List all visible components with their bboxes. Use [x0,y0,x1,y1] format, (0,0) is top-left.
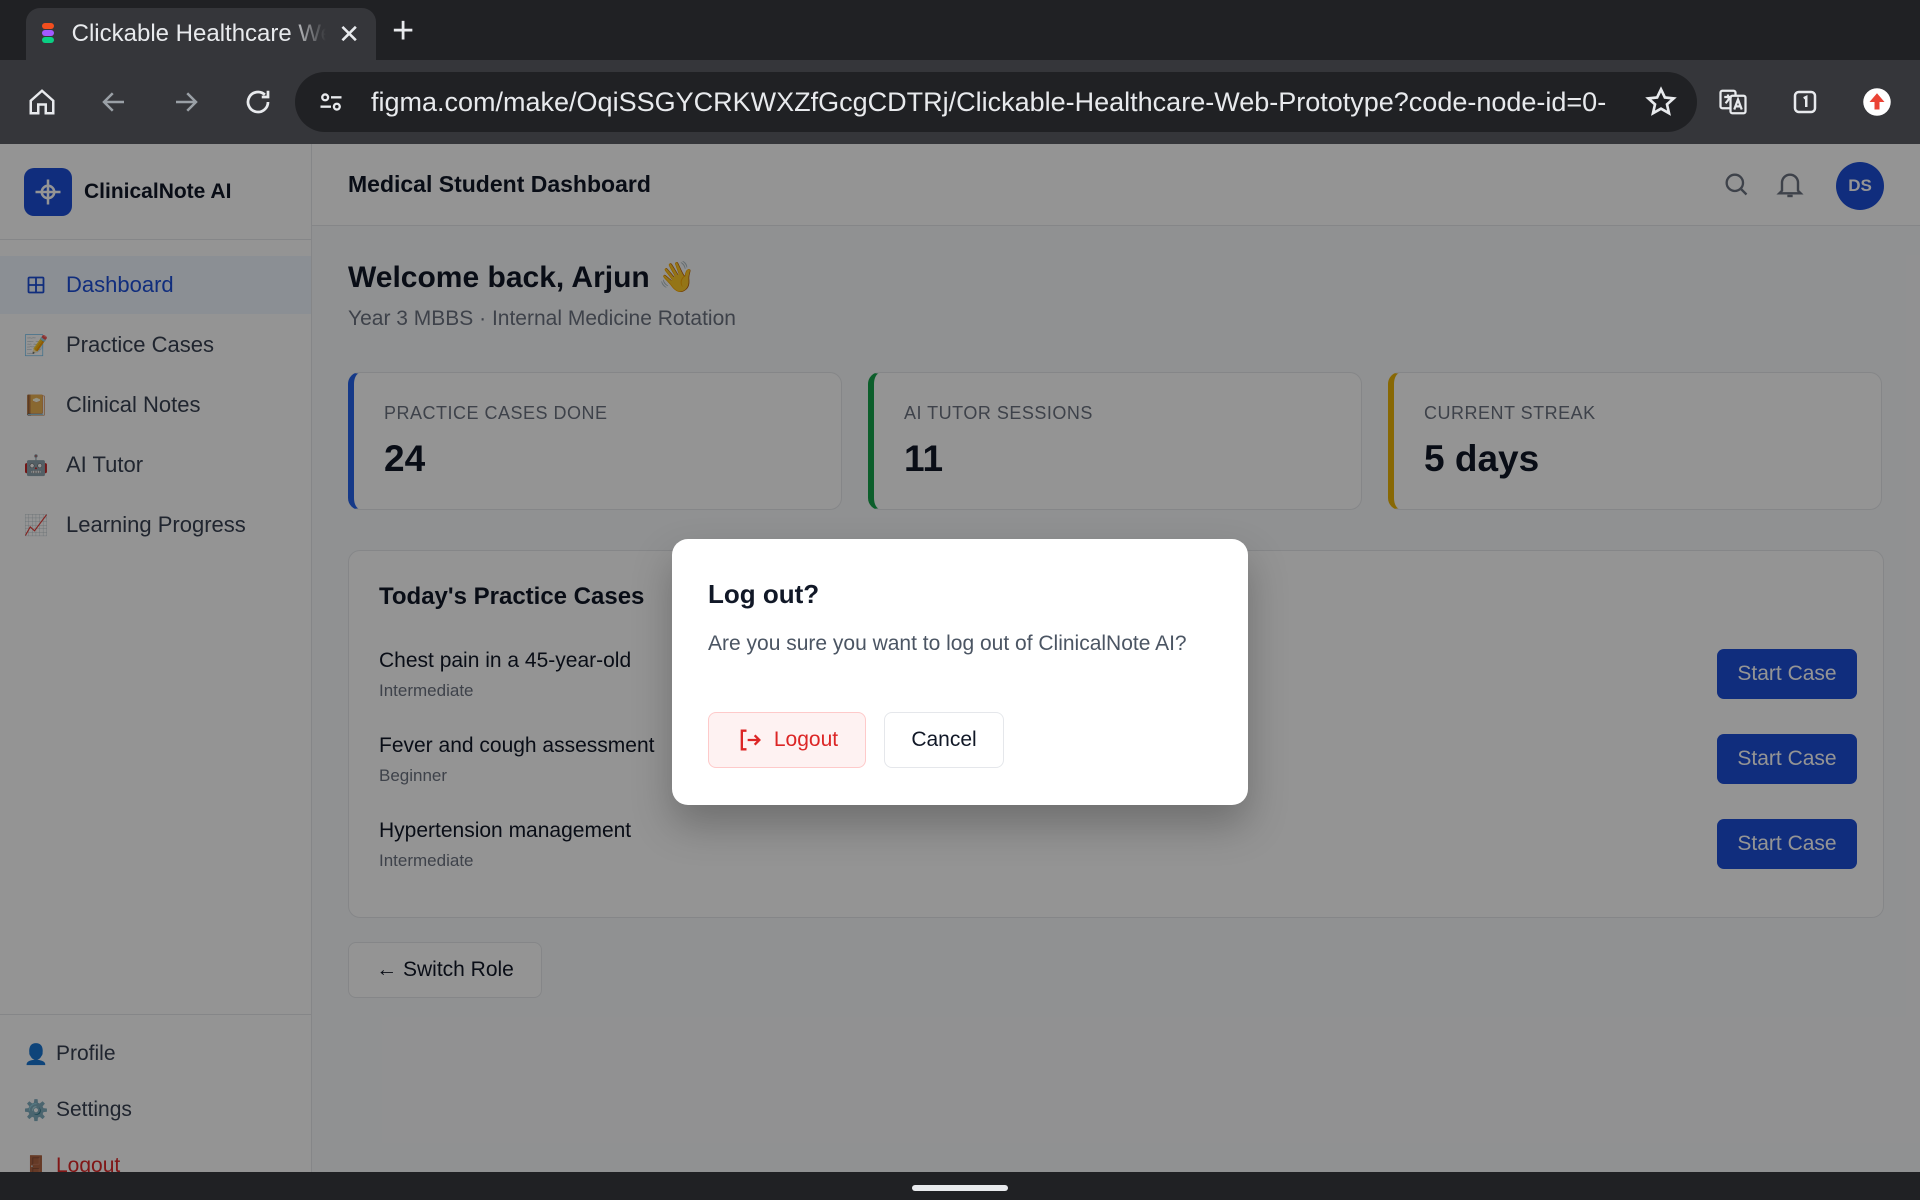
tab-title: Clickable Healthcare Web Prototype [71,20,327,47]
confirm-logout-button[interactable]: Logout [708,712,866,768]
home-button[interactable] [14,60,70,144]
app-viewport: ClinicalNote AI Dashboard 📝 Practice Cas… [0,144,1920,1176]
new-tab-button[interactable]: + [392,10,414,53]
logout-icon [740,729,761,751]
reload-button[interactable] [230,60,286,144]
reload-icon [246,90,270,114]
browser-tab[interactable]: Clickable Healthcare Web Prototype ✕ [26,8,376,60]
bookmark-star-icon[interactable] [1645,86,1677,118]
update-button[interactable] [1849,60,1905,144]
browser-toolbar: figma.com/make/OqiSSGYCRKWXZfGcgCDTRj/Cl… [0,60,1920,144]
confirm-logout-label: Logout [773,728,839,751]
url-text: figma.com/make/OqiSSGYCRKWXZfGcgCDTRj/Cl… [371,86,1607,117]
logout-dialog: Log out? Are you sure you want to log ou… [672,539,1248,805]
close-tab-icon[interactable]: ✕ [338,19,360,50]
address-bar[interactable]: figma.com/make/OqiSSGYCRKWXZfGcgCDTRj/Cl… [295,72,1697,132]
dialog-title: Log out? [708,579,820,609]
update-arrow-icon [1863,88,1891,116]
home-indicator[interactable] [912,1185,1008,1191]
home-icon [29,89,55,115]
translate-icon [1719,89,1747,115]
site-settings-icon[interactable] [317,88,345,116]
tab-count-icon [1793,90,1817,114]
tab-count-button[interactable] [1777,60,1833,144]
arrow-left-icon [102,92,124,112]
cancel-button[interactable]: Cancel [884,712,1004,768]
dialog-message: Are you sure you want to log out of Clin… [708,632,1187,655]
figma-icon [42,23,60,45]
forward-button[interactable] [158,60,214,144]
back-button[interactable] [86,60,142,144]
arrow-right-icon [176,92,198,112]
browser-tab-strip: Clickable Healthcare Web Prototype ✕ + [0,0,1920,60]
translate-button[interactable] [1705,60,1761,144]
